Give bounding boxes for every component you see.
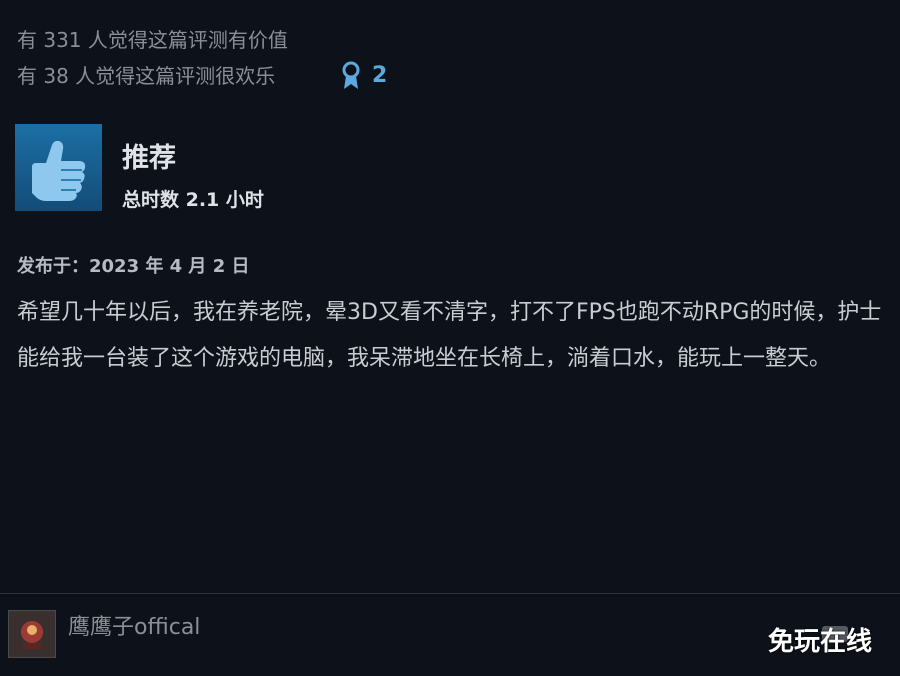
thumbs-up-badge [15,124,102,211]
avatar[interactable] [8,610,56,658]
posted-date: 发布于：2023 年 4 月 2 日 [17,256,250,277]
award-ribbon-icon [342,61,360,89]
funny-votes-text: 有 38 人觉得这篇评测很欢乐 [17,64,276,88]
award-count: 2 [372,63,388,88]
recommendation-label: 推荐 [122,143,176,174]
thumbs-up-icon [31,140,85,201]
playtime-text: 总时数 2.1 小时 [122,189,264,211]
author-name[interactable]: 鹰鹰子offical [68,612,200,644]
watermark: 免玩在线 [768,627,873,657]
review-body: 希望几十年以后，我在养老院，晕3D又看不清字，打不了FPS也跑不动RPG的时候，… [17,300,882,371]
award-badge[interactable]: 2 [340,60,387,92]
divider [0,593,900,594]
helpful-votes-text: 有 331 人觉得这篇评测有价值 [17,28,288,52]
avatar-image-icon [21,621,43,649]
